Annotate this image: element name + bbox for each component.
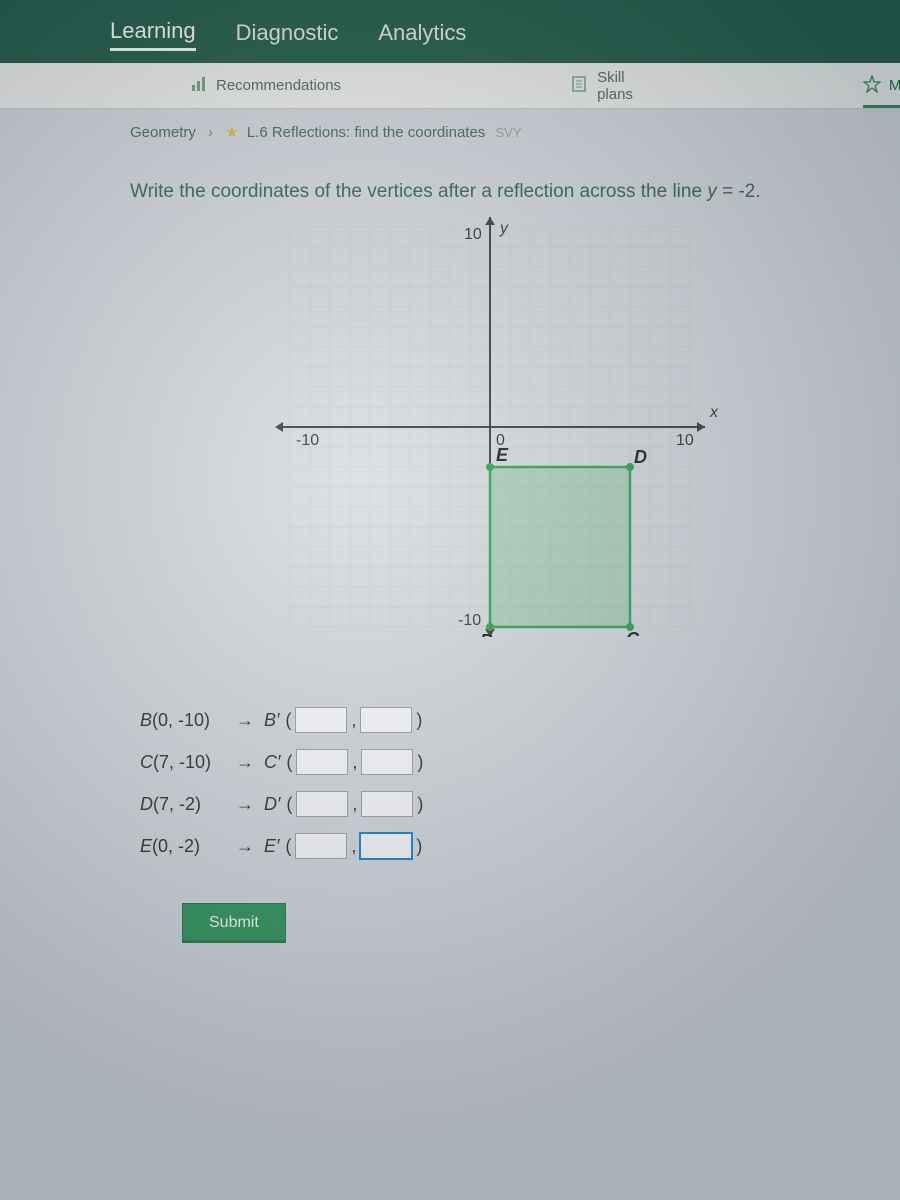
arrow-icon: → — [236, 752, 254, 773]
answer-D-prime-label: D′ — [264, 794, 280, 815]
recommendations-icon — [190, 75, 208, 97]
subnav-recommendations-label: Recommendations — [216, 77, 341, 94]
answer-B-orig-label: B — [140, 710, 152, 730]
chevron-right-icon: › — [208, 124, 213, 141]
subnav-math[interactable]: Math — [863, 63, 900, 108]
top-nav: Learning Diagnostic Analytics — [0, 0, 900, 63]
answer-D-y-input[interactable] — [361, 791, 413, 817]
answer-B-prime-label: B′ — [264, 710, 279, 731]
subnav-skillplans[interactable]: Skill plans — [571, 63, 633, 108]
answers-block: B(0, -10) → B′( , ) C(7, -10) → C′( , ) … — [140, 707, 900, 943]
answer-D-x-input[interactable] — [296, 791, 348, 817]
question-text: Write the coordinates of the vertices af… — [130, 181, 900, 203]
answer-B-orig-coords: (0, -10) — [152, 710, 210, 730]
point-C-label: C — [626, 629, 640, 637]
content-area: Write the coordinates of the vertices af… — [0, 141, 900, 943]
coordinate-graph[interactable]: -10 0 10 10 -10 x y E D B C — [250, 217, 730, 637]
sub-nav: Recommendations Skill plans Math — [0, 63, 900, 109]
tab-learning[interactable]: Learning — [110, 18, 196, 51]
arrow-icon: → — [236, 794, 254, 815]
tick-10-y: 10 — [464, 226, 482, 243]
y-axis-label: y — [499, 220, 509, 237]
answer-C-orig-coords: (7, -10) — [153, 752, 211, 772]
arrow-icon: → — [236, 836, 254, 857]
answer-B-x-input[interactable] — [295, 707, 347, 733]
breadcrumb: Geometry › ★ L.6 Reflections: find the c… — [0, 109, 900, 141]
tick-neg10-y: -10 — [458, 612, 481, 629]
answer-row-E: E(0, -2) → E′( , ) — [140, 833, 900, 859]
tick-10-x: 10 — [676, 432, 694, 449]
x-axis-label: x — [709, 404, 719, 421]
answer-row-C: C(7, -10) → C′( , ) — [140, 749, 900, 775]
answer-E-prime-label: E′ — [264, 836, 279, 857]
question-prefix: Write the coordinates of the vertices af… — [130, 181, 707, 202]
answer-E-orig-label: E — [140, 836, 152, 856]
tab-diagnostic[interactable]: Diagnostic — [236, 20, 339, 50]
point-B-label: B — [480, 631, 493, 637]
subnav-recommendations[interactable]: Recommendations — [190, 63, 341, 108]
answer-B-y-input[interactable] — [360, 707, 412, 733]
question-suffix: = -2. — [717, 181, 761, 202]
submit-button[interactable]: Submit — [182, 903, 286, 943]
answer-C-prime-label: C′ — [264, 752, 280, 773]
subnav-math-label: Math — [889, 77, 900, 94]
answer-D-orig-coords: (7, -2) — [153, 794, 201, 814]
point-E-label: E — [496, 445, 509, 465]
breadcrumb-skill[interactable]: L.6 Reflections: find the coordinates — [247, 124, 485, 141]
star-icon: ★ — [225, 124, 238, 141]
answer-row-D: D(7, -2) → D′( , ) — [140, 791, 900, 817]
answer-E-x-input[interactable] — [295, 833, 347, 859]
answer-C-orig-label: C — [140, 752, 153, 772]
arrow-icon: → — [236, 710, 254, 731]
question-var: y — [707, 181, 717, 202]
tick-neg10-x: -10 — [296, 432, 319, 449]
answer-D-orig-label: D — [140, 794, 153, 814]
answer-C-y-input[interactable] — [361, 749, 413, 775]
answer-E-orig-coords: (0, -2) — [152, 836, 200, 856]
answer-row-B: B(0, -10) → B′( , ) — [140, 707, 900, 733]
point-D-label: D — [634, 447, 647, 467]
subnav-skillplans-label: Skill plans — [597, 69, 633, 103]
answer-E-y-input[interactable] — [360, 833, 412, 859]
tab-analytics[interactable]: Analytics — [378, 20, 466, 50]
math-icon — [863, 75, 881, 97]
breadcrumb-subject[interactable]: Geometry — [130, 124, 196, 141]
skillplans-icon — [571, 75, 589, 97]
answer-C-x-input[interactable] — [296, 749, 348, 775]
breadcrumb-code: SVY — [495, 125, 521, 140]
